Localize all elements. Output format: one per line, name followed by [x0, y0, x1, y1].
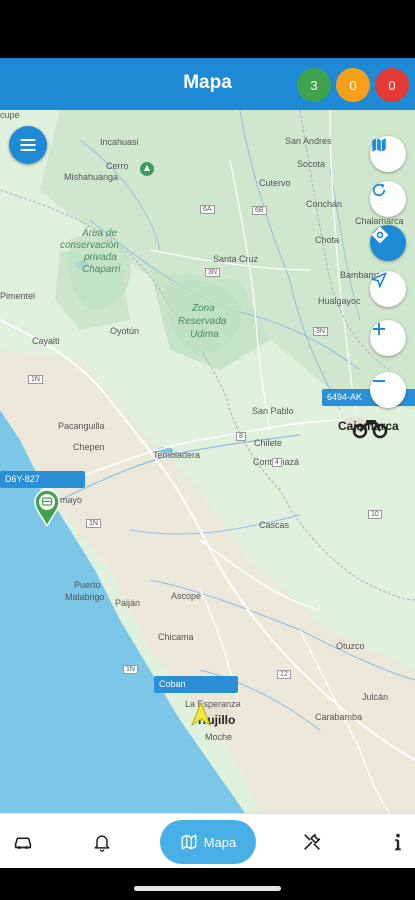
map-label: Otuzco [336, 641, 365, 651]
nav-notifications[interactable] [82, 814, 122, 869]
road-shield: 1N [28, 375, 43, 384]
map-icon [372, 138, 386, 152]
road-shield: 10 [368, 510, 382, 519]
info-icon [394, 833, 401, 850]
bell-icon [94, 834, 110, 852]
nav-map-tab[interactable]: Mapa [160, 820, 256, 864]
road-shield: 1N [86, 519, 101, 528]
map-label: conservación [60, 240, 119, 251]
map-label: Cayalti [32, 336, 60, 346]
map-label: Cutervo [259, 178, 291, 188]
system-home-bar [0, 868, 415, 900]
map-icon [181, 834, 197, 850]
tools-icon [304, 833, 321, 850]
map-label: Chepen [73, 442, 105, 452]
map-label: Chilete [254, 438, 283, 448]
map-label: Ascope [171, 591, 202, 601]
car-icon [14, 837, 32, 849]
motorcycle-marker-icon[interactable] [352, 413, 388, 439]
road-shield: 3N [205, 268, 220, 277]
map-label: Hualgayoc [318, 296, 361, 306]
map-label: Chota [315, 235, 340, 245]
menu-icon [20, 139, 36, 151]
alert-count-badge[interactable]: 0 [375, 68, 409, 102]
map-label: Julcán [362, 692, 389, 702]
vehicle-arrow-marker-icon[interactable] [190, 701, 212, 727]
location-target-icon [371, 226, 389, 244]
nav-info[interactable] [380, 814, 415, 869]
map-layers-button[interactable] [370, 136, 406, 172]
map-label: Chaparri [82, 264, 121, 275]
map-label: Udima [190, 329, 219, 340]
road-shield: 6B [252, 206, 267, 215]
refresh-icon [372, 183, 386, 197]
road-shield: 1N [123, 665, 138, 674]
home-indicator[interactable] [134, 886, 281, 891]
map-label: Moche [205, 732, 233, 742]
road-shield: 8 [236, 432, 246, 441]
map-label: privada [84, 252, 117, 263]
map-label: Área de [82, 228, 118, 239]
nav-vehicles[interactable] [0, 814, 46, 869]
map-label: Mishahuanga [64, 172, 119, 182]
road-shield: 12 [277, 670, 291, 679]
bus-marker-icon[interactable] [33, 489, 61, 527]
map-label: Santa Cruz [213, 254, 259, 264]
vehicle-label-d6y-827[interactable]: D6Y-827 [0, 471, 85, 488]
bottom-navigation: Mapa [0, 813, 415, 869]
map-label: Zona [192, 303, 215, 314]
map-label: San Andres [285, 136, 332, 146]
map-view[interactable]: cupe Incahuasi Cerro Mishahuanga Área de… [0, 110, 415, 813]
map-label: Cerro [106, 161, 129, 171]
map-label: Malabrigo [65, 592, 105, 602]
park-marker-icon [140, 162, 154, 176]
center-location-button[interactable] [370, 225, 406, 261]
zoom-in-button[interactable] [370, 320, 406, 356]
map-label: Incahuasi [100, 137, 139, 147]
map-label: Paiján [115, 598, 141, 608]
map-label: Carabamba [315, 712, 363, 722]
map-label: Chicama [158, 632, 194, 642]
map-label: Oyotún [110, 326, 140, 336]
map-label: Reservada [178, 316, 227, 327]
road-shield: 3N [313, 327, 328, 336]
zoom-in-icon [373, 323, 385, 335]
map-label: San Pablo [252, 406, 294, 416]
map-label: Socota [297, 159, 326, 169]
map-label: Cascas [259, 520, 290, 530]
map-label: Conchán [306, 199, 343, 209]
nav-map-label: Mapa [203, 834, 237, 850]
map-label: Pacanguilla [58, 421, 105, 431]
nav-tools[interactable] [292, 814, 332, 869]
status-bar [0, 0, 415, 58]
map-label: cupe [0, 110, 20, 120]
map-label: Puerto [74, 580, 101, 590]
road-shield: 4 [272, 458, 282, 467]
zoom-out-button[interactable] [370, 372, 406, 408]
menu-button[interactable] [9, 126, 47, 164]
zoom-out-icon [373, 380, 385, 382]
navigate-arrow-icon [371, 272, 387, 288]
vehicle-label-coban[interactable]: Coban [154, 676, 238, 693]
map-label: Pimentel [0, 291, 36, 301]
road-shield: 6A [200, 205, 215, 214]
warning-count-badge[interactable]: 0 [336, 68, 370, 102]
active-count-badge[interactable]: 3 [297, 68, 331, 102]
navigate-button[interactable] [370, 271, 406, 307]
refresh-button[interactable] [370, 181, 406, 217]
map-label: Tembladera [153, 450, 201, 460]
